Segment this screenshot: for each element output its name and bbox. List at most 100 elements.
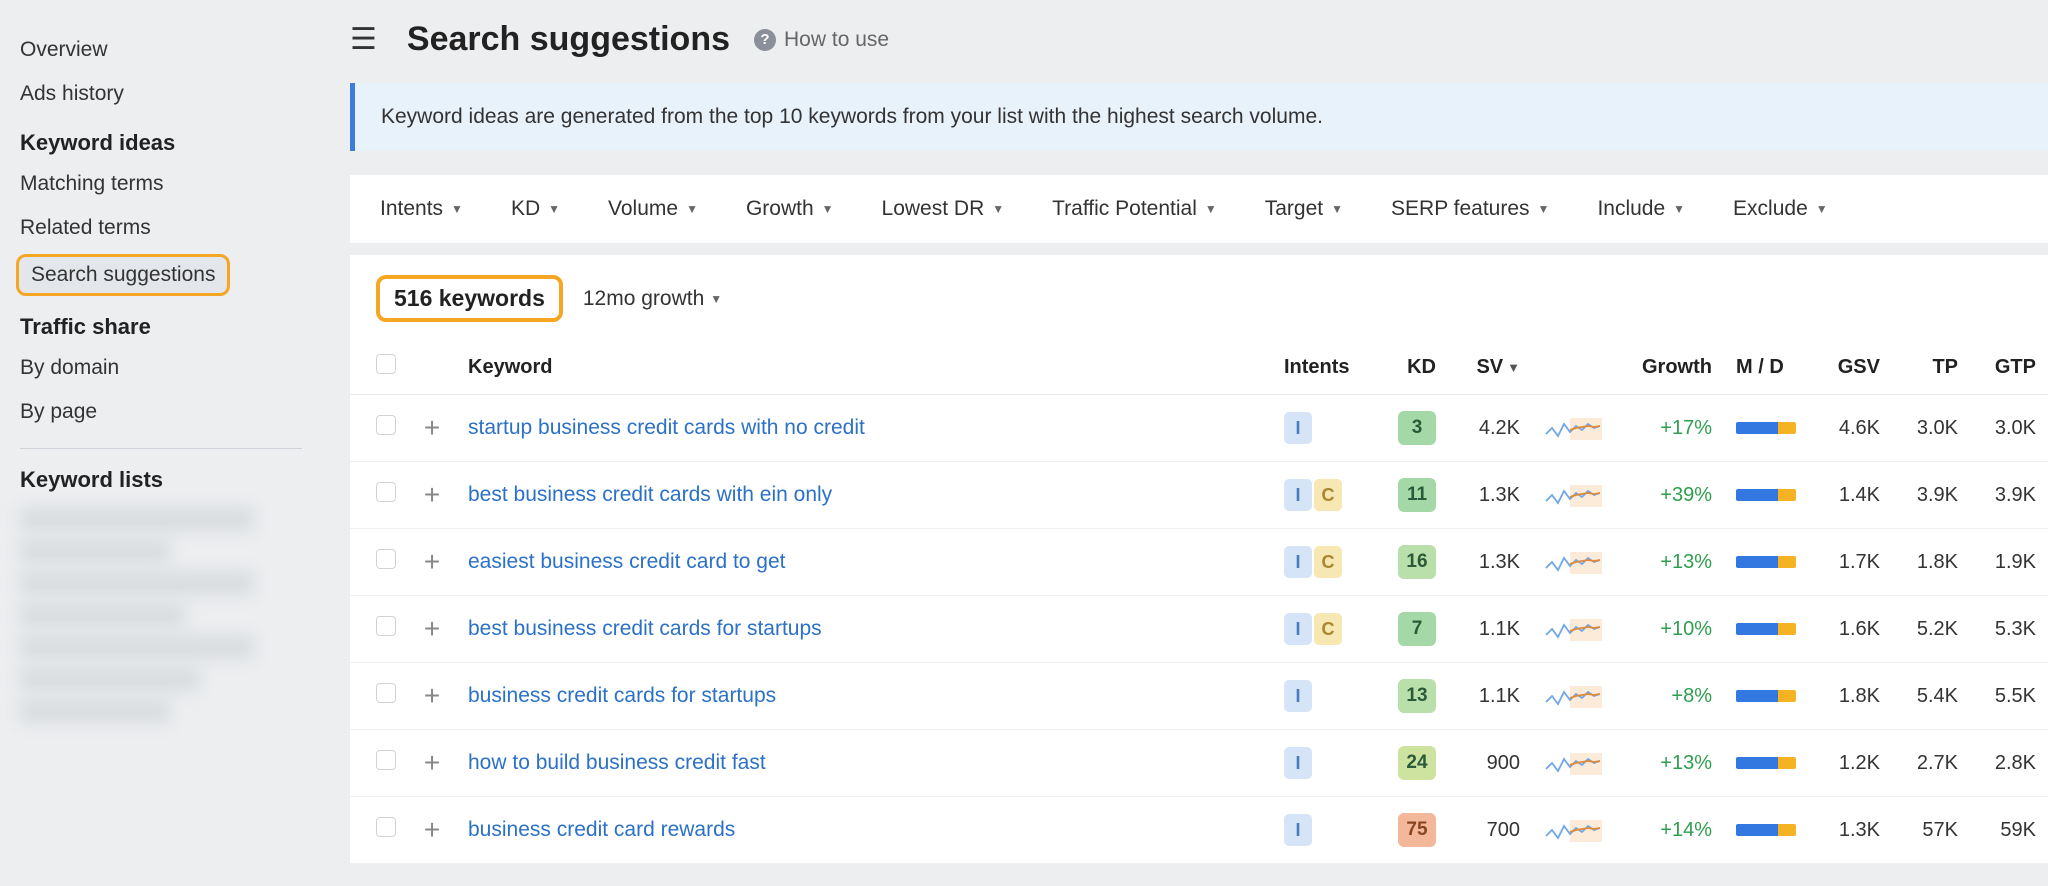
col-gtp[interactable]: GTP [1970, 340, 2048, 395]
expand-icon[interactable]: + [420, 412, 444, 444]
intent-badge-c: C [1314, 613, 1342, 645]
keyword-link[interactable]: business credit card rewards [468, 818, 735, 841]
filter-label: Intents [380, 197, 443, 221]
expand-icon[interactable]: + [420, 546, 444, 578]
keyword-link[interactable]: easiest business credit card to get [468, 550, 786, 573]
row-checkbox[interactable] [376, 482, 396, 502]
kd-badge: 7 [1398, 612, 1436, 646]
tp-value: 57K [1892, 797, 1970, 864]
gsv-value: 1.6K [1814, 596, 1892, 663]
col-keyword[interactable]: Keyword [456, 340, 1272, 395]
col-growth[interactable]: Growth [1614, 340, 1724, 395]
intent-badge-c: C [1314, 546, 1342, 578]
col-md[interactable]: M / D [1724, 340, 1814, 395]
md-bar [1736, 422, 1796, 434]
filter-label: Volume [608, 197, 678, 221]
row-checkbox[interactable] [376, 817, 396, 837]
sidebar-item-search-suggestions[interactable]: Search suggestions [16, 254, 230, 296]
growth-value: +10% [1660, 618, 1712, 640]
row-checkbox[interactable] [376, 616, 396, 636]
sidebar-item-by-domain[interactable]: By domain [20, 346, 320, 390]
filter-serp-features[interactable]: SERP features ▼ [1391, 197, 1549, 221]
row-checkbox[interactable] [376, 415, 396, 435]
tp-value: 3.0K [1892, 395, 1970, 462]
filter-kd[interactable]: KD ▼ [511, 197, 560, 221]
sidebar-heading-traffic-share: Traffic share [20, 300, 320, 346]
growth-period-select[interactable]: 12mo growth▼ [583, 287, 722, 311]
keyword-link[interactable]: startup business credit cards with no cr… [468, 416, 865, 439]
md-bar [1736, 556, 1796, 568]
filter-lowest-dr[interactable]: Lowest DR▼ [882, 197, 1005, 221]
filter-label: Lowest DR [882, 197, 985, 221]
gsv-value: 1.8K [1814, 663, 1892, 730]
growth-value: +17% [1660, 417, 1712, 439]
row-checkbox[interactable] [376, 750, 396, 770]
sidebar-item-ads-history[interactable]: Ads history [20, 72, 320, 116]
filter-growth[interactable]: Growth▼ [746, 197, 834, 221]
col-gsv[interactable]: GSV [1814, 340, 1892, 395]
gtp-value: 2.8K [1970, 730, 2048, 797]
filter-toolbar: Intents▼ KD▼ Volume▼ Growth▼ Lowest DR▼ … [350, 175, 2048, 243]
col-tp[interactable]: TP [1892, 340, 1970, 395]
keyword-link[interactable]: how to build business credit fast [468, 751, 766, 774]
md-bar [1736, 824, 1796, 836]
intent-badge-i: I [1284, 479, 1312, 511]
sidebar-item-matching-terms[interactable]: Matching terms [20, 162, 320, 206]
sparkline-icon [1544, 548, 1602, 576]
how-to-use-link[interactable]: How to use [784, 28, 889, 52]
help-icon[interactable]: ? [754, 29, 776, 51]
sidebar-item-by-page[interactable]: By page [20, 390, 320, 434]
sidebar-item-overview[interactable]: Overview [20, 28, 320, 72]
keyword-link[interactable]: best business credit cards with ein only [468, 483, 832, 506]
filter-traffic-potential[interactable]: Traffic Potential▼ [1052, 197, 1217, 221]
blurred-list-item [20, 571, 254, 595]
sidebar: Overview Ads history Keyword ideas Match… [0, 0, 320, 886]
intent-badge-i: I [1284, 680, 1312, 712]
tp-value: 5.2K [1892, 596, 1970, 663]
filter-label: KD [511, 197, 540, 221]
expand-icon[interactable]: + [420, 479, 444, 511]
gsv-value: 1.4K [1814, 462, 1892, 529]
col-intents[interactable]: Intents [1272, 340, 1372, 395]
chevron-down-icon: ▼ [1538, 202, 1550, 216]
expand-icon[interactable]: + [420, 680, 444, 712]
blurred-list-item [20, 667, 200, 691]
row-checkbox[interactable] [376, 549, 396, 569]
keyword-link[interactable]: best business credit cards for startups [468, 617, 822, 640]
sv-value: 1.3K [1448, 529, 1532, 596]
filter-label: Traffic Potential [1052, 197, 1197, 221]
sidebar-item-related-terms[interactable]: Related terms [20, 206, 320, 250]
expand-icon[interactable]: + [420, 814, 444, 846]
gtp-value: 3.9K [1970, 462, 2048, 529]
filter-target[interactable]: Target▼ [1265, 197, 1343, 221]
blurred-list-item [20, 539, 170, 563]
sidebar-heading-keyword-lists: Keyword lists [20, 453, 320, 499]
filter-exclude[interactable]: Exclude▼ [1733, 197, 1828, 221]
info-banner: Keyword ideas are generated from the top… [350, 83, 2048, 151]
intent-badge-i: I [1284, 412, 1312, 444]
chevron-down-icon: ▼ [1331, 202, 1343, 216]
expand-icon[interactable]: + [420, 613, 444, 645]
keywords-table: Keyword Intents KD SV▼ Growth M / D GSV … [350, 340, 2048, 864]
expand-icon[interactable]: + [420, 747, 444, 779]
keyword-link[interactable]: business credit cards for startups [468, 684, 776, 707]
select-all-checkbox[interactable] [376, 354, 396, 374]
filter-include[interactable]: Include▼ [1597, 197, 1685, 221]
chevron-down-icon: ▼ [548, 202, 560, 216]
sidebar-heading-keyword-ideas: Keyword ideas [20, 116, 320, 162]
tp-value: 3.9K [1892, 462, 1970, 529]
col-sv[interactable]: SV▼ [1448, 340, 1532, 395]
results-header: 516 keywords 12mo growth▼ [350, 255, 2048, 340]
hamburger-icon[interactable]: ☰ [350, 22, 377, 57]
filter-intents[interactable]: Intents▼ [380, 197, 463, 221]
filter-volume[interactable]: Volume▼ [608, 197, 698, 221]
growth-value: +13% [1660, 551, 1712, 573]
col-kd[interactable]: KD [1372, 340, 1448, 395]
row-checkbox[interactable] [376, 683, 396, 703]
sv-value: 4.2K [1448, 395, 1532, 462]
kd-badge: 3 [1398, 411, 1436, 445]
filter-label: SERP features [1391, 197, 1530, 221]
growth-period-label: 12mo growth [583, 287, 704, 311]
blurred-list-item [20, 603, 185, 627]
sparkline-icon [1544, 481, 1602, 509]
